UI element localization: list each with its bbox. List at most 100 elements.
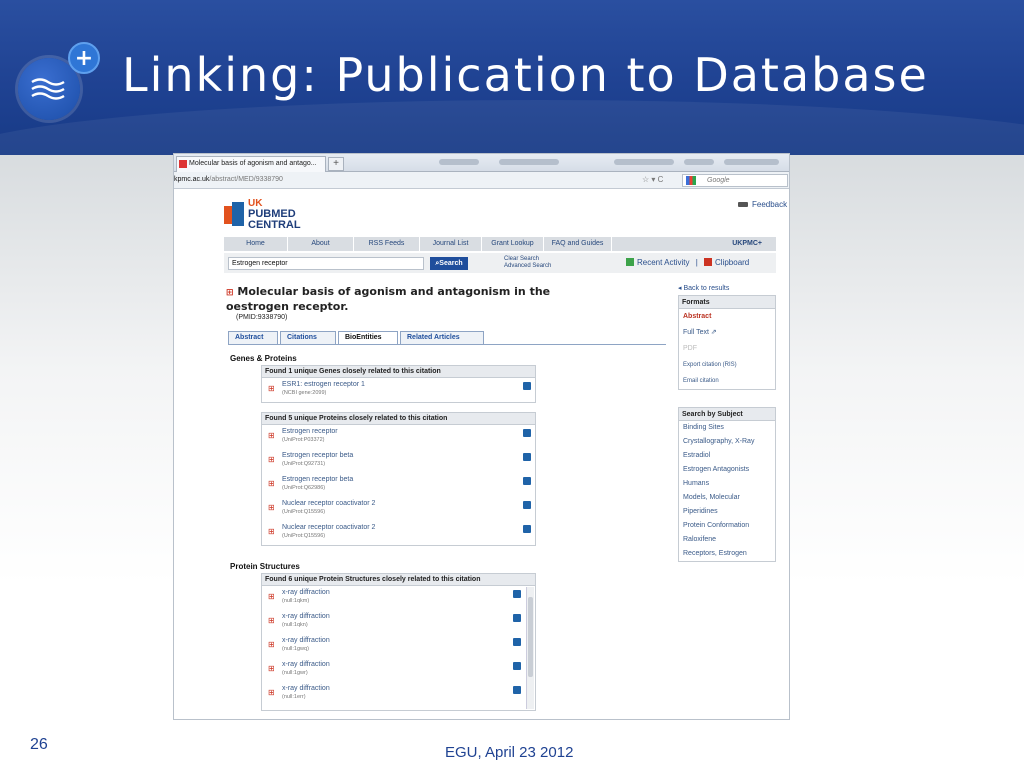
entity-name[interactable]: x-ray diffraction: [282, 661, 330, 668]
format-full-text[interactable]: Full Text ⇗: [679, 325, 775, 341]
tab-abstract[interactable]: Abstract: [228, 331, 278, 345]
feedback-label: Feedback: [752, 200, 788, 209]
search-icon[interactable]: [513, 686, 521, 694]
search-input[interactable]: Estrogen receptor: [228, 257, 424, 270]
search-icon[interactable]: [523, 382, 531, 390]
url-text[interactable]: kpmc.ac.uk/abstract/MED/9338790: [174, 176, 283, 183]
new-tab-button[interactable]: +: [328, 157, 344, 171]
subject-item[interactable]: Estradiol: [679, 449, 775, 463]
entity-name[interactable]: x-ray diffraction: [282, 589, 330, 596]
search-icon[interactable]: [523, 501, 531, 509]
subject-item[interactable]: Receptors, Estrogen: [679, 547, 775, 561]
format-abstract[interactable]: Abstract: [679, 309, 775, 325]
entity-icon: ⊞: [268, 592, 275, 601]
menu-grant-lookup[interactable]: Grant Lookup: [482, 237, 544, 251]
subject-item[interactable]: Piperidines: [679, 505, 775, 519]
list-item[interactable]: ⊞ x-ray diffraction (null:1err): [262, 682, 535, 706]
menu-faq[interactable]: FAQ and Guides: [544, 237, 612, 251]
structures-scrollbar[interactable]: [526, 587, 534, 709]
subject-item[interactable]: Binding Sites: [679, 421, 775, 435]
left-gutter: [174, 190, 206, 719]
browser-tab[interactable]: Molecular basis of agonism and antago...: [176, 156, 326, 172]
subject-item[interactable]: Humans: [679, 477, 775, 491]
entity-name[interactable]: Nuclear receptor coactivator 2: [282, 524, 375, 531]
search-icon[interactable]: [513, 590, 521, 598]
entity-id: (null:1qkn): [282, 622, 308, 628]
clipboard-link[interactable]: Clipboard: [715, 258, 749, 267]
menu-home[interactable]: Home: [224, 237, 288, 251]
entity-id: (UniProt:Q15596): [282, 533, 326, 539]
entity-id: (UniProt:Q15596): [282, 509, 326, 515]
entity-name[interactable]: Estrogen receptor beta: [282, 476, 353, 483]
entity-id: (null:1err): [282, 694, 306, 700]
menu-rss[interactable]: RSS Feeds: [354, 237, 420, 251]
entity-name[interactable]: Nuclear receptor coactivator 2: [282, 500, 375, 507]
menu-about[interactable]: About: [288, 237, 354, 251]
menu-journal-list[interactable]: Journal List: [420, 237, 482, 251]
entity-name[interactable]: x-ray diffraction: [282, 613, 330, 620]
search-icon[interactable]: [513, 614, 521, 622]
entity-name[interactable]: x-ray diffraction: [282, 685, 330, 692]
format-full-text-label: Full Text: [683, 329, 709, 336]
subject-item[interactable]: Crystallography, X-Ray: [679, 435, 775, 449]
subject-item[interactable]: Estrogen Antagonists: [679, 463, 775, 477]
list-item[interactable]: ⊞ x-ray diffraction (null:1qkm): [262, 586, 535, 610]
list-item[interactable]: ⊞ Estrogen receptor (UniProt:P03372): [262, 425, 535, 449]
scrollbar-thumb[interactable]: [528, 597, 533, 677]
header-wave: [0, 100, 1024, 155]
tab-underline: [228, 344, 666, 345]
search-icon[interactable]: [513, 662, 521, 670]
list-item[interactable]: ⊞ Estrogen receptor beta (UniProt:Q62986…: [262, 473, 535, 497]
list-item[interactable]: ⊞ x-ray diffraction (null:1gwr): [262, 658, 535, 682]
back-to-results-link[interactable]: ◂ Back to results: [678, 284, 729, 292]
tab-bioentities[interactable]: BioEntities: [338, 331, 398, 345]
list-item[interactable]: ⊞ x-ray diffraction (null:1gwq): [262, 634, 535, 658]
url-path: /abstract/MED/9338790: [209, 176, 283, 183]
blurred-tab: [614, 159, 674, 165]
article-title-text: Molecular basis of agonism and antagonis…: [226, 285, 551, 313]
feedback-link[interactable]: Feedback: [738, 200, 787, 209]
list-item[interactable]: ⊞ Nuclear receptor coactivator 2 (UniPro…: [262, 521, 535, 545]
reload-icon[interactable]: ☆ ▾ C: [642, 175, 663, 184]
google-icon: [686, 176, 696, 185]
logo-block-blue: [232, 202, 244, 226]
google-search-field[interactable]: Google: [682, 174, 788, 187]
formats-header: Formats: [679, 296, 775, 309]
subject-item[interactable]: Raloxifene: [679, 533, 775, 547]
subject-item[interactable]: Models, Molecular: [679, 491, 775, 505]
entity-name[interactable]: Estrogen receptor beta: [282, 452, 353, 459]
browser-tabbar: Molecular basis of agonism and antago...…: [174, 154, 789, 172]
search-icon[interactable]: [513, 638, 521, 646]
export-citation-link[interactable]: Export citation (RIS): [679, 357, 775, 373]
advanced-search-link[interactable]: Advanced Search: [504, 263, 551, 270]
link-separator: |: [695, 258, 698, 267]
slide-header: + Linking: Publication to Database: [0, 0, 1024, 155]
entity-name[interactable]: x-ray diffraction: [282, 637, 330, 644]
menu-ukpmc-plus[interactable]: UKPMC+: [732, 237, 762, 251]
entity-id: (UniProt:Q62986): [282, 485, 326, 491]
search-button-label: Search: [439, 260, 463, 267]
list-item[interactable]: ⊞ x-ray diffraction (null:1qkn): [262, 610, 535, 634]
recent-activity-link[interactable]: Recent Activity: [637, 258, 689, 267]
tab-related-articles[interactable]: Related Articles: [400, 331, 484, 345]
tab-citations[interactable]: Citations: [280, 331, 336, 345]
entity-id: (UniProt:P03372): [282, 437, 325, 443]
search-button[interactable]: ⌕Search: [430, 257, 468, 270]
search-icon[interactable]: [523, 453, 531, 461]
entity-name[interactable]: ESR1: estrogen receptor 1: [282, 381, 365, 388]
list-item[interactable]: ⊞ Estrogen receptor beta (UniProt:Q92731…: [262, 449, 535, 473]
search-engine-label: Google: [707, 177, 730, 184]
clear-search-link[interactable]: Clear Search: [504, 256, 551, 263]
entity-name[interactable]: Estrogen receptor: [282, 428, 338, 435]
search-icon[interactable]: [523, 429, 531, 437]
email-citation-link[interactable]: Email citation: [679, 373, 775, 389]
address-bar[interactable]: kpmc.ac.uk/abstract/MED/9338790 ☆ ▾ C Go…: [174, 172, 789, 189]
list-item[interactable]: ⊞ ESR1: estrogen receptor 1 (NCBI gene:2…: [262, 378, 535, 402]
search-icon[interactable]: [523, 477, 531, 485]
list-item[interactable]: ⊞ Nuclear receptor coactivator 2 (UniPro…: [262, 497, 535, 521]
search-icon[interactable]: [523, 525, 531, 533]
subject-item[interactable]: Protein Conformation: [679, 519, 775, 533]
article-title: ⊞ Molecular basis of agonism and antagon…: [226, 285, 616, 314]
entity-icon: ⊞: [268, 527, 275, 536]
proteins-box: Found 5 unique Proteins closely related …: [261, 412, 536, 546]
